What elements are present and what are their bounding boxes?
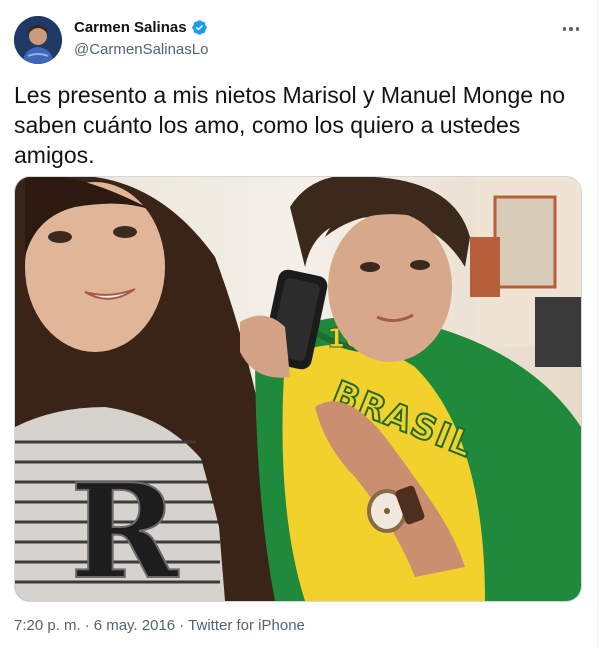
- photo-image: R 10 BRASIL: [15, 177, 581, 601]
- tweet-meta: 7:20 p. m. · 6 may. 2016 · Twitter for i…: [14, 617, 305, 634]
- meta-separator: ·: [179, 617, 185, 634]
- tweet-photo[interactable]: R 10 BRASIL: [14, 176, 582, 602]
- tweet-text: Les presento a mis nietos Marisol y Manu…: [14, 82, 566, 168]
- author-display-name[interactable]: Carmen Salinas: [74, 19, 187, 36]
- author-handle[interactable]: @CarmenSalinasLo: [74, 41, 208, 58]
- author-name-row[interactable]: Carmen Salinas: [74, 19, 208, 36]
- more-options-button[interactable]: [558, 16, 584, 42]
- meta-separator: ·: [84, 617, 90, 634]
- more-options-icon-dot: [569, 27, 573, 31]
- shirt-initial: R: [70, 455, 179, 601]
- more-options-icon-dot: [575, 27, 580, 31]
- tweet-card: Carmen Salinas @CarmenSalinasLo Les pres…: [0, 0, 612, 648]
- tweet-source[interactable]: Twitter for iPhone: [188, 617, 305, 634]
- avatar-image: [14, 16, 62, 64]
- avatar[interactable]: [14, 16, 62, 64]
- tweet-date[interactable]: 6 may. 2016: [94, 617, 175, 634]
- timeline-divider: [597, 0, 598, 648]
- more-options-icon: [562, 27, 567, 31]
- verified-badge-icon: [191, 20, 207, 35]
- tweet-time[interactable]: 7:20 p. m.: [14, 617, 81, 634]
